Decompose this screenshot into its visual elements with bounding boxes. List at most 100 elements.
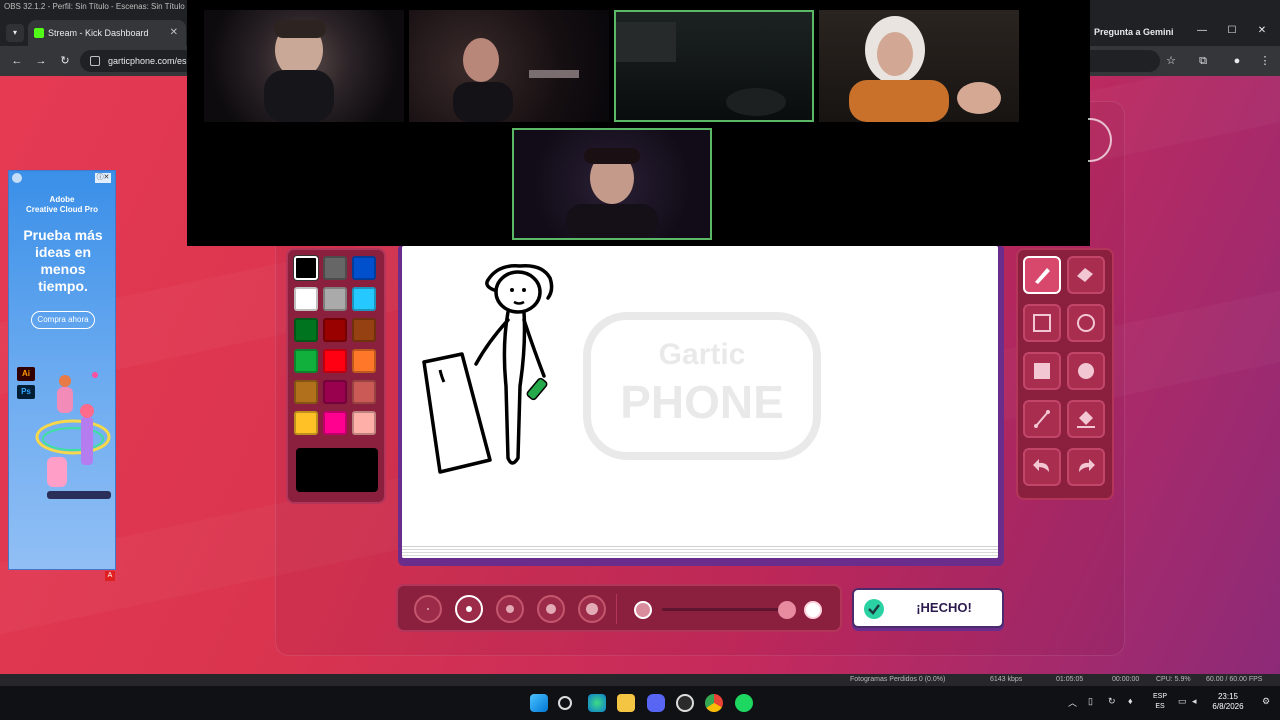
tray-chevron-icon[interactable]: ︿ [1068,696,1077,709]
tray-sync-icon[interactable]: ↻ [1108,696,1116,707]
line-icon [1034,410,1050,428]
color-swatch[interactable] [323,349,347,373]
brush-size-panel [396,584,842,632]
opacity-min-indicator [634,601,652,619]
color-swatch[interactable] [352,380,376,404]
color-swatch[interactable] [323,318,347,342]
start-icon[interactable] [530,694,548,712]
tab-kick-dashboard[interactable]: Stream - Kick Dashboard ✕ [28,20,186,46]
star-icon[interactable]: ☆ [1162,52,1180,70]
color-swatch[interactable] [352,287,376,311]
close-tab-icon[interactable]: ✕ [170,20,178,46]
obs-cpu: CPU: 5.9% [1156,676,1191,683]
color-swatch[interactable] [352,318,376,342]
color-swatch[interactable] [323,411,347,435]
tray-mic-icon[interactable]: ♦ [1128,696,1133,706]
redo-icon [1079,459,1095,472]
done-button[interactable]: ¡HECHO! [852,588,1004,628]
network-icon[interactable]: ▭ [1178,696,1187,707]
close-window-icon[interactable]: ✕ [1252,22,1272,40]
ad-illustration [35,372,111,499]
chrome-icon[interactable] [705,694,723,712]
webcam-feed-1 [204,10,404,122]
site-info-icon[interactable] [90,56,100,66]
current-color-preview [296,448,378,492]
settings-icon[interactable]: ⚙ [1262,696,1270,707]
brush-size-dot [427,608,429,610]
ask-gemini-button[interactable]: Pregunta a Gemini [1088,22,1180,42]
lang-line2: ES [1155,703,1165,710]
tray-usb-icon[interactable]: ▯ [1088,696,1093,707]
color-swatch[interactable] [352,256,376,280]
brush-size-button[interactable] [455,595,483,623]
color-swatch[interactable] [323,287,347,311]
input-language[interactable]: ESP ES [1148,692,1172,712]
forward-icon[interactable]: → [32,52,50,70]
obs-icon[interactable] [676,694,694,712]
opacity-slider-thumb[interactable] [778,601,796,619]
color-swatch[interactable] [294,287,318,311]
undo-tool-button[interactable] [1023,448,1061,486]
ad-info-icon[interactable] [12,173,22,183]
obs-stream-time: 01:05:05 [1056,676,1084,683]
brush-size-button[interactable] [537,595,565,623]
circle-fill-tool-button[interactable] [1067,352,1105,390]
discord-icon[interactable] [647,694,665,712]
kick-favicon-icon [34,28,44,38]
brush-size-button[interactable] [578,595,606,623]
drawing-canvas[interactable]: Gartic PHONE [402,246,998,558]
color-swatch[interactable] [294,349,318,373]
bucket-tool-button[interactable] [1067,400,1105,438]
minimize-icon[interactable]: — [1192,22,1212,40]
back-icon[interactable]: ← [8,52,26,70]
reload-icon[interactable]: ↻ [56,52,74,70]
lang-line1: ESP [1152,693,1167,700]
edge-icon[interactable] [588,694,606,712]
ad-headline: Prueba más ideas en menos tiempo. [23,227,103,294]
ad-cta-button[interactable]: Compra ahora [31,311,95,329]
clock[interactable]: 23:15 6/8/2026 [1196,692,1260,712]
url-text: garticphone.com/es [108,56,187,66]
maximize-icon[interactable]: ☐ [1222,22,1242,40]
pen-tool-button[interactable] [1023,256,1061,294]
adchoices-icon[interactable]: A [105,571,115,581]
adobe-ad[interactable]: ⓘ✕ Adobe Creative Cloud Pro Prueba más i… [8,170,116,570]
color-swatch[interactable] [294,411,318,435]
color-swatch[interactable] [352,349,376,373]
panel-divider [616,594,617,624]
color-swatch[interactable] [323,380,347,404]
webcam-feed-3-speaking [614,10,814,122]
color-palette [286,248,386,504]
eraser-icon [1077,268,1093,282]
square-outline-tool-button[interactable] [1023,304,1061,342]
profile-icon[interactable]: ● [1228,52,1246,70]
circle-outline-icon [1077,314,1095,332]
extensions-icon[interactable]: ⧉ [1194,52,1212,70]
webcam-feed-5-speaking [512,128,712,240]
search-icon[interactable] [558,696,572,710]
menu-icon[interactable]: ⋮ [1256,52,1274,70]
color-swatch[interactable] [352,411,376,435]
done-label: ¡HECHO! [916,600,972,615]
spotify-icon[interactable] [735,694,753,712]
webcam-overlay [187,0,1090,246]
file-explorer-icon[interactable] [617,694,635,712]
redo-tool-button[interactable] [1067,448,1105,486]
square-fill-tool-button[interactable] [1023,352,1061,390]
color-swatch[interactable] [294,318,318,342]
opacity-slider[interactable] [662,608,792,611]
bucket-icon [1077,411,1095,428]
brush-size-button[interactable] [414,595,442,623]
circle-outline-tool-button[interactable] [1067,304,1105,342]
user-drawing [422,264,554,474]
eraser-tool-button[interactable] [1067,256,1105,294]
line-tool-button[interactable] [1023,400,1061,438]
tab-search-icon[interactable]: ▾ [6,24,24,42]
brush-size-button[interactable] [496,595,524,623]
check-icon [864,599,884,619]
color-swatch[interactable] [294,380,318,404]
color-swatch[interactable] [323,256,347,280]
opacity-max-indicator [804,601,822,619]
color-swatch[interactable] [294,256,318,280]
ad-close-icon[interactable]: ⓘ✕ [95,173,111,183]
